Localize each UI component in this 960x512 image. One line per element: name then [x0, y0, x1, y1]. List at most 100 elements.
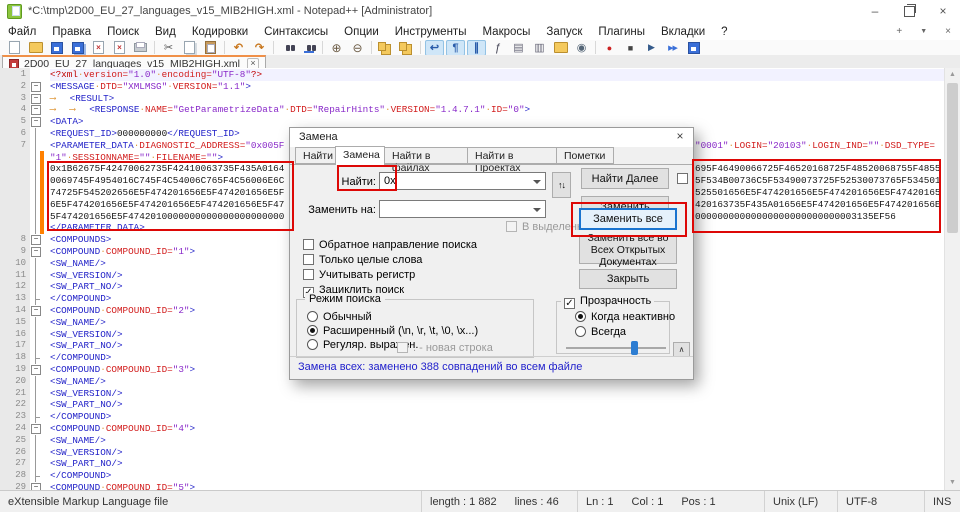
collapse-dialog-button[interactable]: ∧ [673, 342, 690, 357]
checkbox-icon[interactable] [397, 342, 408, 353]
save-icon[interactable] [47, 40, 66, 56]
macro-stop-icon[interactable]: ■ [621, 40, 640, 56]
line-number[interactable]: 24 [0, 423, 26, 435]
line-number[interactable]: 9 [0, 246, 26, 258]
new-tab-button[interactable]: + [887, 26, 911, 37]
dialog-close-icon[interactable]: × [671, 129, 689, 145]
menu-item[interactable]: Файл [0, 26, 44, 38]
line-number[interactable]: 3 [0, 93, 26, 105]
sync-vertical-icon[interactable] [376, 40, 395, 56]
menu-item[interactable]: Правка [44, 26, 99, 38]
line-number[interactable]: 23 [0, 411, 26, 423]
checkbox-icon[interactable] [303, 239, 314, 250]
line-number[interactable]: 7 [0, 140, 26, 152]
document-map-icon[interactable]: ▤ [509, 40, 528, 56]
print-icon[interactable] [131, 40, 150, 56]
close-dialog-button[interactable]: Закрыть [579, 269, 677, 289]
radio-option[interactable]: Всегда [575, 326, 626, 338]
line-number[interactable]: 1 [0, 69, 26, 81]
fold-collapse-icon[interactable]: − [31, 105, 41, 116]
replace-icon[interactable] [299, 40, 318, 56]
editor-row[interactable]: 23 </COMPOUND> [0, 411, 944, 423]
editor-row[interactable]: 4− ⟶ ⟶ <RESPONSE·NAME="GetParametrizeData"·… [0, 104, 944, 116]
redo-icon[interactable]: ↷ [250, 40, 269, 56]
editor-row[interactable]: 21 <SW_VERSION/> [0, 387, 944, 400]
transparency-slider-thumb[interactable] [631, 341, 638, 355]
line-number[interactable]: 5 [0, 116, 26, 128]
fold-collapse-icon[interactable]: − [31, 306, 41, 316]
folder-as-workspace-icon[interactable] [551, 40, 570, 56]
search-option-checkbox[interactable]: Обратное направление поиска [303, 239, 477, 251]
macro-save-icon[interactable] [684, 40, 703, 56]
status-insert-mode[interactable]: INS [925, 491, 960, 512]
fold-collapse-icon[interactable]: − [31, 483, 41, 490]
vertical-scrollbar[interactable]: ▲ ▼ [944, 68, 960, 490]
checkbox-icon[interactable] [506, 221, 517, 232]
editor-row[interactable]: 29− <COMPOUND·COMPOUND_ID="5"> [0, 482, 944, 490]
radio-icon[interactable] [307, 311, 318, 322]
fold-collapse-icon[interactable]: − [31, 365, 41, 375]
menu-item[interactable]: Макросы [474, 26, 538, 38]
sync-horizontal-icon[interactable] [397, 40, 416, 56]
minimize-button[interactable]: – [858, 0, 892, 22]
line-number[interactable]: 14 [0, 305, 26, 317]
find-next-button[interactable]: Найти Далее [581, 168, 669, 189]
radio-icon[interactable] [575, 326, 586, 337]
open-icon[interactable] [26, 40, 45, 56]
menu-item[interactable]: Поиск [99, 26, 147, 38]
line-number[interactable]: 17 [0, 340, 26, 352]
close-all-icon[interactable]: × [110, 40, 129, 56]
line-number[interactable]: 19 [0, 364, 26, 376]
chevron-down-icon[interactable] [533, 180, 541, 184]
radio-icon[interactable] [575, 311, 586, 322]
fold-collapse-icon[interactable]: − [31, 247, 41, 257]
function-list-icon[interactable]: ƒ [488, 40, 507, 56]
undo-icon[interactable]: ↶ [229, 40, 248, 56]
line-number[interactable]: 20 [0, 376, 26, 388]
editor-row[interactable]: 24− <COMPOUND·COMPOUND_ID="4"> [0, 423, 944, 435]
checkbox-icon[interactable] [303, 254, 314, 265]
dialog-tab-replace[interactable]: Замена [335, 146, 385, 165]
line-number[interactable]: 18 [0, 352, 26, 364]
line-number[interactable]: 21 [0, 388, 26, 400]
macro-run-multiple-icon[interactable]: ▶▶ [663, 40, 682, 56]
replace-input[interactable] [379, 200, 546, 218]
editor-row[interactable]: 25 <SW_NAME/> [0, 434, 944, 447]
zoom-out-icon[interactable]: ⊖ [348, 40, 367, 56]
dialog-tab-find-in-projects[interactable]: Найти в Проектах [467, 147, 557, 174]
find-next-option-checkbox[interactable] [677, 173, 688, 184]
dialog-title-bar[interactable]: Замена × [290, 128, 693, 147]
fold-collapse-icon[interactable]: − [31, 235, 41, 246]
line-number[interactable]: 12 [0, 281, 26, 293]
line-number[interactable]: 26 [0, 447, 26, 459]
editor-row[interactable]: 2− <MESSAGE·DTD="XMLMSG"·VERSION="1.1"> [0, 81, 944, 93]
find-input[interactable]: 0x [379, 172, 546, 190]
document-list-icon[interactable]: ▥ [530, 40, 549, 56]
fold-collapse-icon[interactable]: − [31, 93, 41, 104]
menu-item[interactable]: Опции [336, 26, 387, 38]
swap-find-replace-button[interactable]: ↑↓ [552, 172, 571, 198]
menu-item[interactable]: Кодировки [184, 26, 256, 38]
line-number[interactable]: 28 [0, 470, 26, 482]
menu-item[interactable]: Вкладки [653, 26, 713, 38]
search-option-checkbox[interactable]: Учитывать регистр [303, 269, 415, 281]
indent-guide-icon[interactable]: ∥ [467, 39, 486, 56]
line-number[interactable]: 8 [0, 234, 26, 246]
radio-icon[interactable] [307, 325, 318, 336]
editor-row[interactable]: 1 <?xml·version="1.0"·encoding="UTF-8"?> [0, 69, 944, 81]
menu-item[interactable]: Синтаксисы [256, 26, 336, 38]
status-eol-format[interactable]: Unix (LF) [765, 491, 838, 512]
line-number[interactable]: 29 [0, 482, 26, 490]
editor-row[interactable]: 22 <SW_PART_NO/> [0, 399, 944, 412]
radio-option[interactable]: Расширенный (\n, \r, \t, \0, \x...) [307, 325, 478, 337]
macro-record-icon[interactable]: ● [600, 40, 619, 56]
line-number[interactable]: 22 [0, 399, 26, 411]
line-number[interactable]: 6 [0, 128, 26, 140]
line-number[interactable]: 13 [0, 293, 26, 305]
editor-row[interactable]: 27 <SW_PART_NO/> [0, 458, 944, 471]
search-option-checkbox[interactable]: Только целые слова [303, 254, 422, 266]
cut-icon[interactable]: ✂ [159, 40, 178, 56]
zoom-in-icon[interactable]: ⊕ [327, 40, 346, 56]
editor-row[interactable]: 26 <SW_VERSION/> [0, 446, 944, 459]
dialog-tab-find-in-files[interactable]: Найти в файлах [384, 147, 468, 174]
